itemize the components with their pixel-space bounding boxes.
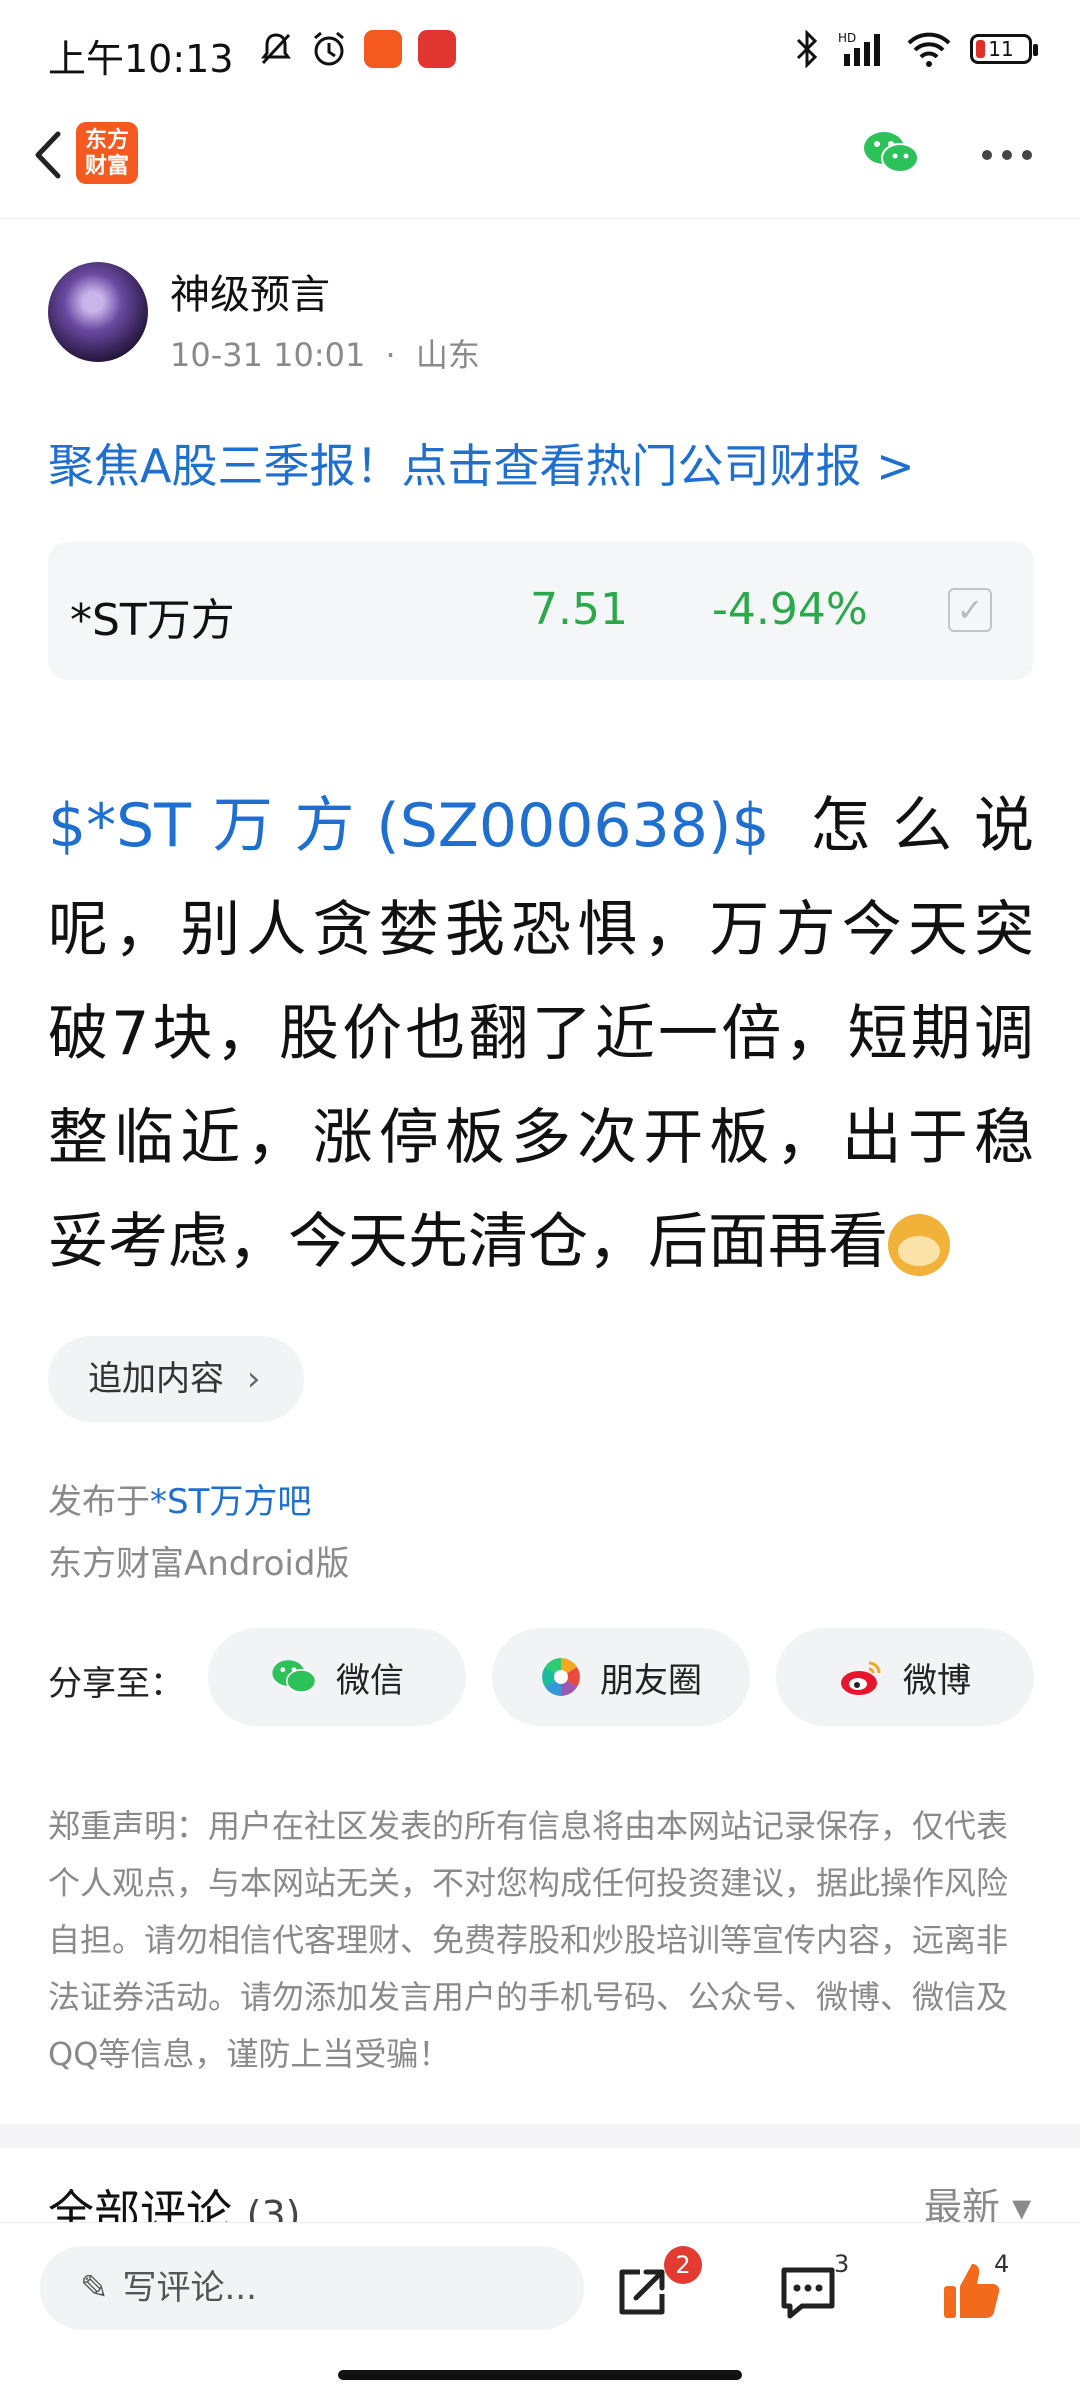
stock-name: *ST万方	[70, 595, 235, 646]
share-wechat-label: 微信	[336, 1660, 404, 1701]
share-moments-label: 朋友圈	[600, 1660, 702, 1701]
section-divider	[0, 2124, 1080, 2148]
post-line: $*ST万方(SZ000638)$ 怎么说	[48, 774, 1034, 878]
share-label: 分享至：	[48, 1664, 184, 1704]
post-line: 整临近，涨停板多次开板，出于稳	[48, 1103, 1034, 1173]
moments-icon	[542, 1658, 580, 1696]
bar-link[interactable]: *ST万方吧	[150, 1482, 311, 1522]
post-line-last: 妥考虑，今天先清仓，后面再看	[48, 1190, 1034, 1294]
status-notification-icons	[258, 30, 456, 68]
mute-bell-icon	[261, 33, 291, 65]
promo-banner-link[interactable]: 聚焦A股三季报！点击查看热门公司财报 >	[48, 430, 915, 496]
comment-placeholder: 写评论...	[122, 2268, 257, 2308]
post-location: 山东	[415, 336, 480, 374]
post-text: 妥考虑，今天先清仓，后面再看	[48, 1207, 888, 1277]
thumbs-up-icon[interactable]	[940, 2260, 1002, 2322]
home-indicator[interactable]	[338, 2370, 742, 2380]
comment-icon[interactable]	[778, 2262, 838, 2322]
wechat-icon[interactable]	[862, 128, 920, 178]
share-weibo-label: 微博	[903, 1660, 971, 1701]
pencil-icon: ✎	[80, 2268, 109, 2308]
stock-price: 7.51	[530, 584, 628, 635]
add-content-label: 追加内容	[88, 1359, 224, 1399]
share-weibo-button[interactable]: 微博	[776, 1628, 1034, 1726]
share-wechat-button[interactable]: 微信	[208, 1628, 466, 1726]
battery-icon: 11	[970, 34, 1038, 64]
add-watchlist-checkbox[interactable]: ✓	[948, 588, 992, 632]
battery-level: 11	[988, 37, 1014, 61]
author-name[interactable]: 神级预言	[170, 262, 330, 320]
post-line: 破7块，股价也翻了近一倍，短期调	[48, 999, 1034, 1069]
client-info: 东方财富Android版	[48, 1544, 350, 1584]
add-content-button[interactable]: 追加内容 ›	[48, 1336, 304, 1422]
app-notification-icon	[418, 30, 456, 68]
doge-emoji-icon	[888, 1214, 950, 1277]
comment-count: 3	[834, 2250, 850, 2278]
weibo-icon	[841, 1661, 881, 1695]
app-logo[interactable]: 东方财富	[76, 122, 138, 184]
more-icon[interactable]	[980, 140, 1034, 170]
share-moments-button[interactable]: 朋友圈	[492, 1628, 750, 1726]
signal-icon: HD	[838, 31, 880, 66]
post-text: 怎么说	[810, 791, 1034, 861]
post-line: 呢，别人贪婪我恐惧，万方今天突	[48, 895, 1034, 965]
status-time: 上午10:13	[48, 37, 234, 81]
chevron-right-icon: ›	[246, 1359, 261, 1399]
published-prefix: 发布于	[48, 1482, 150, 1522]
svg-text:HD: HD	[838, 31, 856, 45]
stock-tag-link[interactable]: $*ST万方(SZ000638)$	[48, 791, 770, 861]
share-count-badge: 2	[664, 2246, 702, 2284]
stock-change: -4.94%	[712, 584, 868, 635]
like-count: 4	[994, 2250, 1010, 2278]
app-notification-icon	[364, 30, 402, 68]
comment-input[interactable]: ✎ 写评论...	[40, 2246, 584, 2330]
wifi-icon	[907, 32, 951, 67]
bluetooth-icon	[796, 30, 818, 68]
post-date: 10-31 10:01	[170, 336, 366, 374]
back-arrow-icon[interactable]	[20, 120, 80, 190]
alarm-icon	[314, 31, 344, 66]
avatar[interactable]	[48, 262, 148, 362]
disclaimer-text: 郑重声明：用户在社区发表的所有信息将由本网站记录保存，仅代表个人观点，与本网站无…	[48, 1807, 1009, 2073]
post-meta: 10-31 10:01 · 山东	[170, 330, 480, 376]
published-in: 发布于*ST万方吧	[48, 1474, 311, 1523]
wechat-icon	[272, 1660, 317, 1693]
meta-separator: ·	[385, 336, 396, 374]
post-body: $*ST万方(SZ000638)$ 怎么说 呢，别人贪婪我恐惧，万方今天突 破7…	[48, 774, 1034, 1294]
status-system-icons: HD 11	[794, 30, 1038, 68]
